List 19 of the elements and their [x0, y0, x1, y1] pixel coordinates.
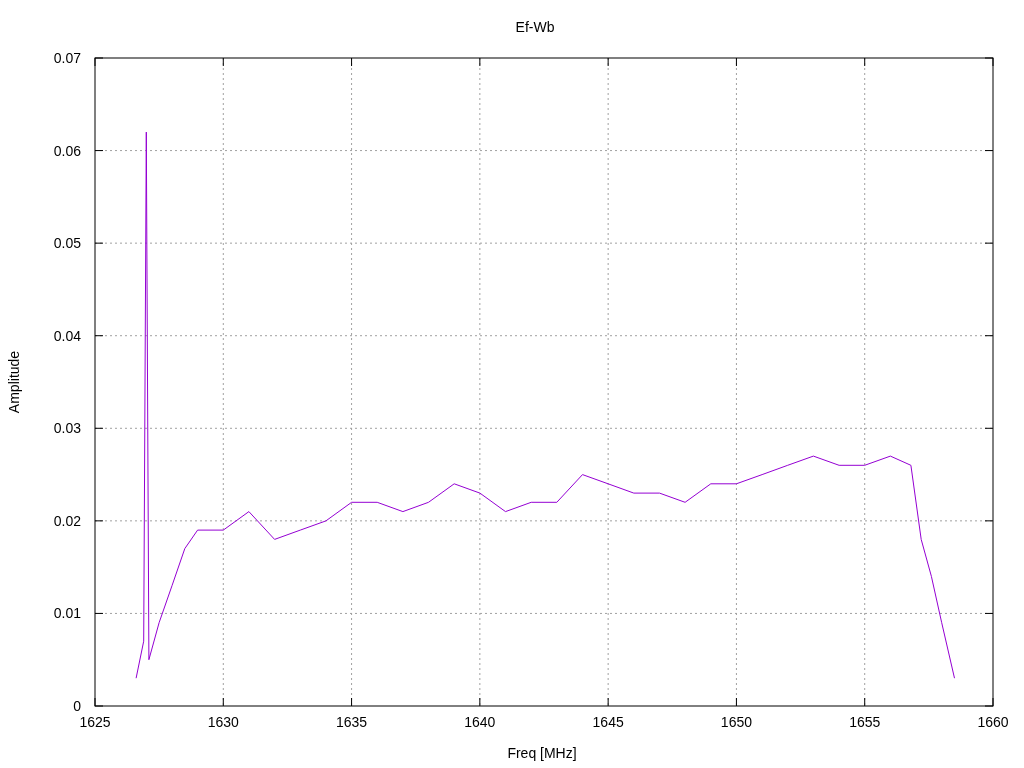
- y-axis-label: Amplitude: [6, 350, 22, 414]
- x-tick-label: 1655: [849, 714, 881, 730]
- y-tick-label: 0.04: [53, 327, 81, 344]
- y-tick-label: 0.02: [53, 512, 81, 529]
- x-tick-label: 1635: [336, 714, 368, 730]
- x-tick-label: 1640: [464, 714, 496, 730]
- y-tick-label: 0.06: [53, 142, 81, 159]
- x-axis-label: Freq [MHz]: [507, 745, 577, 761]
- y-tick-label: 0.07: [53, 50, 81, 66]
- y-tick-label: 0.01: [53, 605, 81, 622]
- x-tick-label: 1650: [720, 714, 752, 730]
- x-tick-label: 1660: [977, 714, 1009, 730]
- y-tick-label: 0.05: [53, 235, 81, 252]
- x-tick-label: 1645: [592, 714, 624, 730]
- chart-title: Ef-Wb: [515, 19, 555, 35]
- y-tick-label: 0.03: [53, 420, 81, 437]
- x-tick-label: 1625: [79, 714, 111, 730]
- y-tick-label: 0: [73, 698, 81, 714]
- x-tick-label: 1630: [207, 714, 239, 730]
